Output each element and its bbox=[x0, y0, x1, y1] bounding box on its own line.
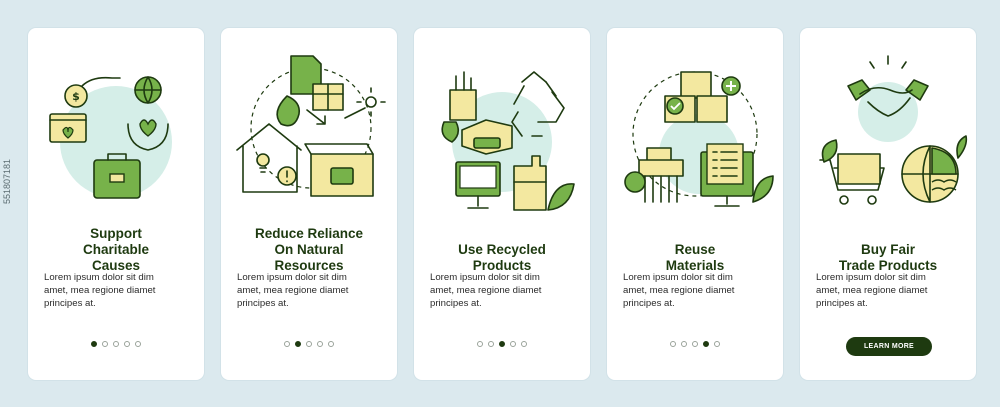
screen-description-line: principes at. bbox=[816, 298, 868, 309]
onboarding-screen-5: Buy Fair Trade Products Lorem ipsum dolo… bbox=[800, 28, 976, 380]
pagination-dot-2[interactable] bbox=[295, 341, 301, 347]
screen-description-line: Lorem ipsum dolor sit dim bbox=[237, 272, 347, 283]
screen-title-line: On Natural bbox=[274, 242, 344, 257]
screen-title-line: Use Recycled bbox=[458, 242, 546, 257]
pagination-dot-1[interactable] bbox=[670, 341, 676, 347]
pagination-dot-2[interactable] bbox=[102, 341, 108, 347]
onboarding-screen-4: Reuse Materials Lorem ipsum dolor sit di… bbox=[607, 28, 783, 380]
pagination-dot-4[interactable] bbox=[317, 341, 323, 347]
screen-title-line: Reduce Reliance bbox=[254, 226, 364, 241]
pagination-dot-4[interactable] bbox=[124, 341, 130, 347]
pagination-dot-3[interactable] bbox=[692, 341, 698, 347]
onboarding-screen-1: $ Support Charitable Causes Lorem ipsum … bbox=[28, 28, 204, 380]
pagination-dot-3[interactable] bbox=[306, 341, 312, 347]
pagination-dot-5[interactable] bbox=[135, 341, 141, 347]
screen-description-line: Lorem ipsum dolor sit dim bbox=[430, 272, 540, 283]
pagination-dot-3[interactable] bbox=[113, 341, 119, 347]
reuse-materials-icon bbox=[624, 71, 774, 207]
screen-description-line: principes at. bbox=[237, 298, 289, 309]
screen-description-line: amet, mea regione diamet bbox=[816, 285, 928, 296]
screen-description-line: Lorem ipsum dolor sit dim bbox=[816, 272, 926, 283]
pagination-dot-2[interactable] bbox=[488, 341, 494, 347]
screen-description-line: amet, mea regione diamet bbox=[237, 285, 349, 296]
pagination-dots bbox=[221, 341, 397, 347]
onboarding-screen-3: Use Recycled Products Lorem ipsum dolor … bbox=[414, 28, 590, 380]
learn-more-button[interactable]: LEARN MORE bbox=[846, 337, 932, 356]
svg-text:$: $ bbox=[72, 90, 80, 103]
screen-title-line: Buy Fair bbox=[860, 242, 915, 257]
pagination-dot-1[interactable] bbox=[91, 341, 97, 347]
screen-title-line: Support bbox=[90, 226, 142, 241]
screen-title-line: Reuse bbox=[674, 242, 716, 257]
pagination-dot-4[interactable] bbox=[510, 341, 516, 347]
pagination-dot-4[interactable] bbox=[703, 341, 709, 347]
screen-description-line: amet, mea regione diamet bbox=[44, 285, 156, 296]
pagination-dot-2[interactable] bbox=[681, 341, 687, 347]
screen-description-line: principes at. bbox=[44, 298, 96, 309]
onboarding-screens: $ Support Charitable Causes Lorem ipsum … bbox=[28, 28, 976, 380]
charity-icon: $ bbox=[49, 76, 172, 199]
pagination-dot-5[interactable] bbox=[714, 341, 720, 347]
pagination-dot-5[interactable] bbox=[328, 341, 334, 347]
pagination-dot-3[interactable] bbox=[499, 341, 505, 347]
pagination-dot-5[interactable] bbox=[521, 341, 527, 347]
pagination-dots bbox=[414, 341, 590, 347]
recycled-products-icon bbox=[441, 71, 575, 211]
pagination-dot-1[interactable] bbox=[477, 341, 483, 347]
pagination-dot-1[interactable] bbox=[284, 341, 290, 347]
screen-description-line: amet, mea regione diamet bbox=[623, 285, 735, 296]
pagination-dots bbox=[28, 341, 204, 347]
screen-description-line: Lorem ipsum dolor sit dim bbox=[44, 272, 154, 283]
screen-description-line: Lorem ipsum dolor sit dim bbox=[623, 272, 733, 283]
stock-id-text: 551807181 bbox=[2, 158, 12, 204]
pagination-dots bbox=[607, 341, 783, 347]
onboarding-screen-2: Reduce Reliance On Natural Resources Lor… bbox=[221, 28, 397, 380]
fair-trade-icon bbox=[819, 55, 968, 205]
screen-title-line: Charitable bbox=[82, 242, 150, 257]
screen-description-line: principes at. bbox=[623, 298, 675, 309]
natural-resources-icon bbox=[236, 55, 386, 197]
screen-description-line: amet, mea regione diamet bbox=[430, 285, 542, 296]
screen-description-line: principes at. bbox=[430, 298, 482, 309]
